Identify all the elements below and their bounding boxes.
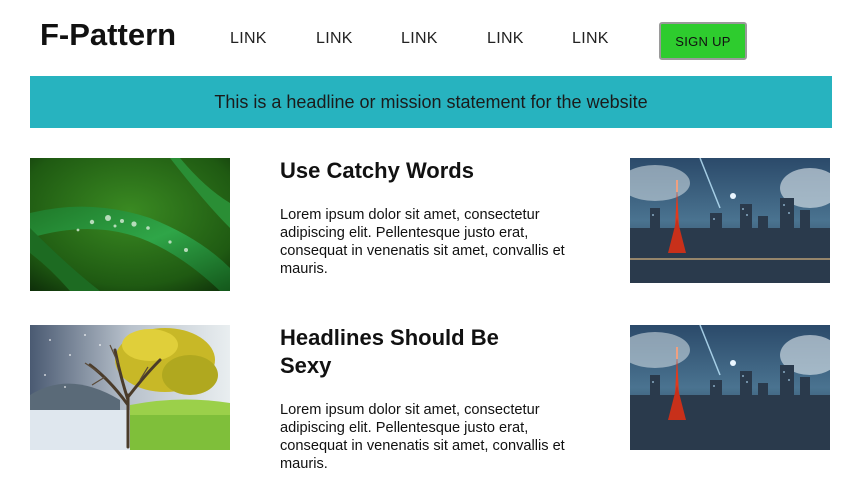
- site-logo[interactable]: F-Pattern: [40, 16, 176, 54]
- nav-link-4[interactable]: LINK: [487, 29, 524, 49]
- mission-banner: This is a headline or mission statement …: [30, 76, 832, 128]
- nav-link-5[interactable]: LINK: [572, 29, 609, 49]
- row-2-body: Lorem ipsum dolor sit amet, consectetur …: [280, 402, 565, 472]
- city-night-image-2: [630, 325, 830, 450]
- row-2-headline: Headlines Should Be Sexy: [280, 325, 499, 378]
- grass-dew-image: [30, 158, 230, 291]
- nav-link-2[interactable]: LINK: [316, 29, 353, 49]
- tree-seasons-image: [30, 325, 230, 450]
- city-night-image: [630, 158, 830, 283]
- row-1-headline: Use Catchy Words: [280, 158, 474, 183]
- signup-button[interactable]: SIGN UP: [659, 22, 747, 60]
- nav-link-1[interactable]: LINK: [230, 29, 267, 49]
- mission-statement: This is a headline or mission statement …: [214, 91, 648, 112]
- row-1-body: Lorem ipsum dolor sit amet, consectetur …: [280, 207, 565, 277]
- nav-link-3[interactable]: LINK: [401, 29, 438, 49]
